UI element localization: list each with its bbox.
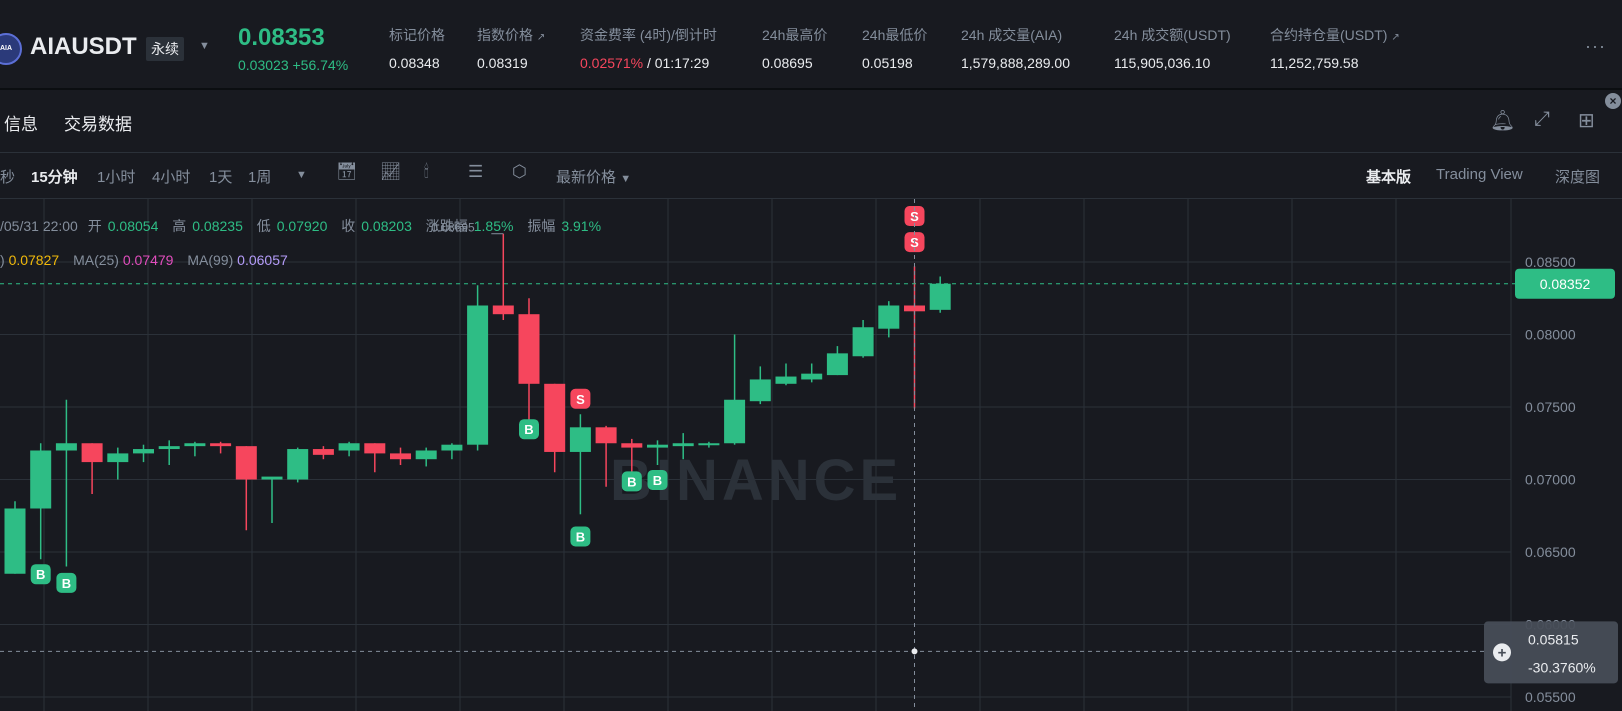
ma99-value: 0.06057 <box>237 252 288 268</box>
amplitude-label: 振幅 <box>527 218 556 234</box>
marker-label: B <box>62 576 71 591</box>
candle-up <box>30 450 52 509</box>
open-value: 0.08054 <box>107 218 159 234</box>
candlestick-chart[interactable]: 0.08500 0.08000 0.07500 0.07000 0.06500 0.060… <box>0 0 1622 711</box>
candle-up <box>287 449 309 480</box>
y-tick-label: 0.08000 <box>1525 327 1576 343</box>
marker-label: B <box>36 567 45 582</box>
trade-marker-b: B <box>621 471 642 492</box>
candle-down <box>235 446 257 480</box>
trade-marker-b: B <box>30 564 51 585</box>
plus-glyph: + <box>1498 644 1507 661</box>
candle-up <box>158 446 180 450</box>
candle-up <box>133 449 154 454</box>
candle-down <box>595 427 617 444</box>
trade-marker-b: B <box>647 469 668 490</box>
trade-marker-s: S <box>570 388 591 409</box>
marker-label: S <box>576 392 585 407</box>
marker-label: B <box>627 474 636 489</box>
y-tick-label: 0.08500 <box>1525 254 1576 270</box>
low-value: 0.07920 <box>276 218 328 234</box>
candle-up <box>672 443 694 447</box>
ma25-value: 0.07479 <box>122 252 174 268</box>
candle-up <box>724 399 746 444</box>
candle-up <box>107 453 129 463</box>
amplitude-value: 3.91% <box>561 218 602 234</box>
trade-marker-b: B <box>519 419 539 440</box>
high-value: 0.08235 <box>192 218 243 234</box>
candle-up <box>647 444 668 448</box>
trade-marker-b: B <box>56 572 77 593</box>
candle-up <box>698 443 720 446</box>
candle-down <box>81 443 103 463</box>
candle-up <box>55 443 77 451</box>
candle-up <box>569 427 591 452</box>
y-tick-label: 0.06500 <box>1525 544 1576 560</box>
candle-up <box>775 376 797 384</box>
marker-label: B <box>524 422 533 437</box>
candle-up <box>749 379 771 402</box>
candle-up <box>4 508 26 574</box>
crosshair-dot <box>911 648 918 655</box>
current-price-label: 0.08352 <box>1540 276 1591 292</box>
candle-up <box>338 443 360 451</box>
low-label: 低 <box>256 218 271 234</box>
candle-up <box>467 305 489 445</box>
crosshair-pct-label: -30.3760% <box>1528 659 1596 675</box>
ohlc-readout: /05/31 22:00 开 0.08054 高 0.08235 低 0.07920 … <box>0 216 611 236</box>
candle-up <box>852 327 874 357</box>
ma25-label: MA(25) <box>73 252 119 268</box>
y-tick-label: 0.07000 <box>1525 472 1576 488</box>
candle-up <box>415 450 437 460</box>
y-tick-label: 0.05500 <box>1525 689 1576 705</box>
candle-down <box>364 443 386 454</box>
candle-down <box>312 449 334 455</box>
candle-down <box>492 305 514 315</box>
candle-down <box>621 443 643 448</box>
candle-down <box>518 314 540 384</box>
ma7-value: 0.07827 <box>8 252 60 268</box>
candle-down <box>390 453 411 460</box>
candle-up <box>441 444 463 451</box>
candle-up <box>261 476 283 480</box>
candle-up <box>801 373 823 380</box>
marker-label: B <box>653 473 662 488</box>
change-label: 涨跌幅 <box>425 218 468 234</box>
y-tick-label: 0.07500 <box>1525 399 1576 415</box>
ohlc-time: /05/31 22:00 <box>0 218 78 234</box>
close-value: 0.08203 <box>361 218 412 234</box>
candle-up <box>184 443 206 447</box>
ma7-label: ) <box>0 252 5 268</box>
candle-down <box>210 443 232 447</box>
candle-down <box>544 383 566 452</box>
open-label: 开 <box>87 218 102 234</box>
change-value: 1.85% <box>473 218 514 234</box>
ma-readout: ) 0.07827 MA(25) 0.07479 MA(99) 0.06057 <box>0 252 288 268</box>
candle-up <box>826 353 848 376</box>
crosshair-price-label: 0.05815 <box>1528 631 1579 647</box>
candle-up <box>929 283 951 310</box>
ma99-label: MA(99) <box>187 252 234 268</box>
trade-marker-b: B <box>570 526 591 547</box>
candle-up <box>878 305 900 329</box>
high-label: 高 <box>172 218 187 234</box>
marker-label: B <box>576 530 585 545</box>
close-label: 收 <box>341 218 356 234</box>
